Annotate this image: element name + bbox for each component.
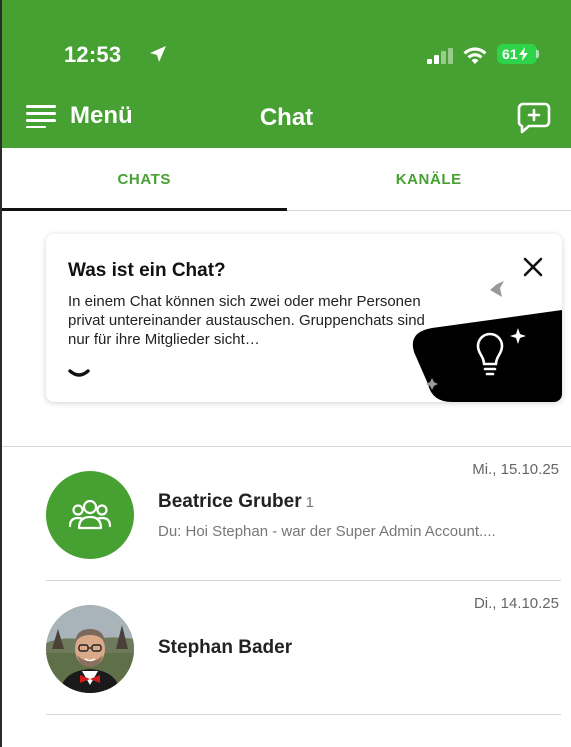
wifi-icon [463,47,487,64]
battery-level: 61 [502,46,518,62]
lightbulb-illustration [412,281,562,402]
hamburger-menu-icon [26,105,56,128]
tab-bar: CHATS KANÄLE [2,148,571,211]
chat-title: Stephan Bader [158,637,292,659]
info-card-text: In einem Chat können sich zwei oder mehr… [68,293,425,348]
menu-button[interactable]: Menü [26,102,133,130]
group-icon [68,499,112,530]
chat-name: Beatrice Gruber [158,491,302,512]
cellular-signal-icon [427,48,453,64]
info-card: Was ist ein Chat? In einem Chat können s… [46,234,562,402]
group-avatar [46,471,134,559]
tab-channels[interactable]: KANÄLE [287,148,571,210]
battery-tip [536,50,539,58]
chat-title: Beatrice Gruber 1 [158,491,314,513]
new-chat-icon[interactable] [517,102,551,134]
chat-name: Stephan Bader [158,637,293,658]
menu-label: Menü [70,102,133,129]
chat-list-item[interactable]: Mi., 15.10.25 Beatrice Gruber 1 Du: Hoi S… [2,447,571,581]
app-header: 12:53 61 Chat Menü [2,0,571,148]
profile-photo [46,605,134,693]
status-time: 12:53 [64,42,122,67]
navigation-bar: Chat Menü [2,88,571,146]
info-card-title: Was ist ein Chat? [68,260,226,281]
battery-indicator: 61 [497,44,537,64]
profile-photo-image [46,605,134,693]
participant-count: 1 [305,494,314,511]
charging-bolt-icon [518,47,528,61]
location-arrow-icon [150,46,166,62]
chat-date: Di., 14.10.25 [473,595,559,612]
tab-chats[interactable]: CHATS [2,148,287,211]
app-screen: 12:53 61 Chat Menü CHATS KANÄLE Was ist … [0,0,571,747]
chat-date: Mi., 15.10.25 [472,461,559,478]
status-bar: 12:53 61 [2,0,571,70]
list-divider [46,714,561,715]
chat-list-item[interactable]: Di., 14.10.25 Stephan Bader [2,581,571,715]
chat-preview: Du: Hoi Stephan - war der Super Admin Ac… [158,523,496,540]
chevron-down-icon[interactable] [68,368,90,380]
